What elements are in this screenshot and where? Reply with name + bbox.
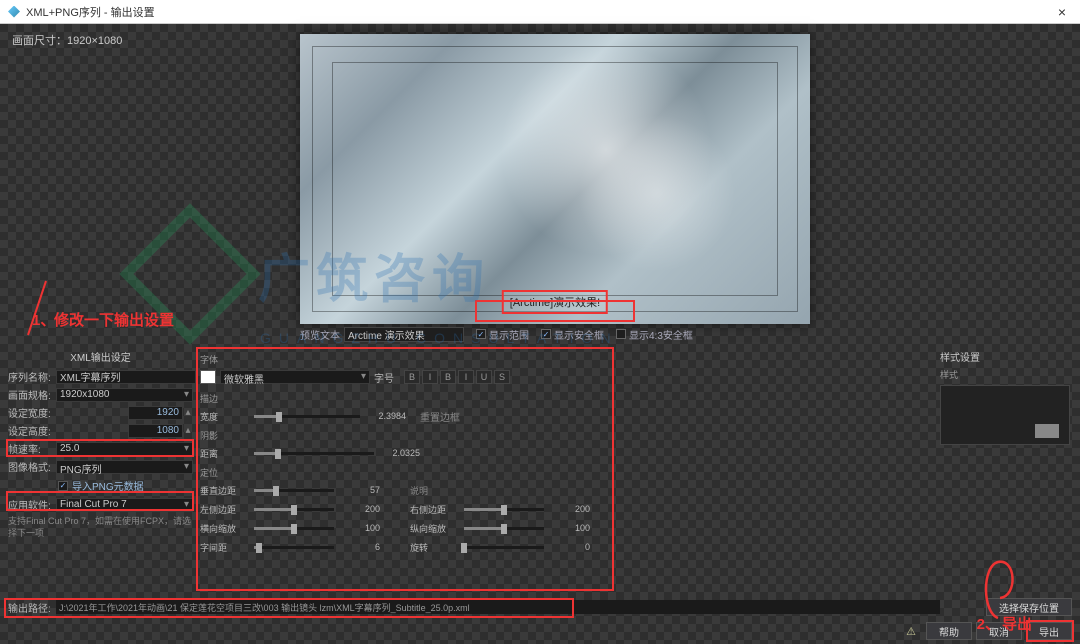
rotate-slider[interactable] — [464, 546, 544, 549]
stroke-width-slider[interactable] — [254, 415, 360, 418]
underline-button[interactable]: U — [476, 370, 492, 384]
choose-save-button[interactable]: 选择保存位置 — [986, 598, 1072, 616]
preview-text-input[interactable] — [344, 327, 464, 342]
chk-show-safe[interactable]: ✓显示安全框 — [541, 327, 604, 342]
height-input[interactable]: 1080 — [128, 424, 183, 438]
chk-show-43[interactable]: 显示4:3安全框 — [616, 327, 693, 342]
dialog-buttons: ⚠ 帮助 取消 导出 — [906, 622, 1072, 640]
spacing-slider[interactable] — [254, 546, 334, 549]
v-scale-slider[interactable] — [464, 527, 544, 530]
style-button[interactable]: B — [440, 370, 456, 384]
output-path-input[interactable] — [56, 600, 940, 614]
dimension-label: 画面尺寸：1920×1080 — [12, 32, 122, 48]
width-input[interactable]: 1920 — [128, 406, 183, 420]
xml-output-panel: XML输出设定 序列名称: 画面规格:1920x1080 设定宽度:1920▴ … — [8, 349, 193, 539]
resolution-dropdown[interactable]: 1920x1080 — [56, 388, 193, 402]
panel-title: XML输出设定 — [8, 349, 193, 364]
h-scale-slider[interactable] — [254, 527, 334, 530]
subtitle-sample: [Arctime]演示效果! — [502, 290, 608, 314]
cancel-button[interactable]: 取消 — [976, 622, 1022, 640]
app-dropdown[interactable]: Final Cut Pro 7 — [56, 498, 193, 512]
workspace: 画面尺寸：1920×1080 [Arctime]演示效果! 预览文本 ✓显示范围… — [0, 24, 1080, 644]
export-button[interactable]: 导出 — [1026, 622, 1072, 640]
titlebar: XML+PNG序列 - 输出设置 × — [0, 0, 1080, 24]
stepper-icon[interactable]: ▴ — [183, 407, 193, 418]
style-thumbnail[interactable] — [940, 385, 1070, 445]
help-button[interactable]: 帮助 — [926, 622, 972, 640]
font-dropdown[interactable]: 微软雅黑 — [220, 370, 370, 384]
shadow-dist-slider[interactable] — [254, 452, 374, 455]
stepper-icon[interactable]: ▴ — [183, 425, 193, 436]
annotation-text: 修改一下输出设置 — [54, 309, 174, 330]
app-logo-icon — [8, 6, 20, 18]
watermark-logo-icon — [140, 224, 240, 324]
close-icon[interactable]: × — [1052, 4, 1072, 20]
annotation-number: 1、 — [32, 309, 55, 330]
font-style-toolbar: B I B I U S — [404, 370, 510, 384]
preview-toolbar: 预览文本 ✓显示范围 ✓显示安全框 显示4:3安全框 — [300, 324, 810, 344]
panel-title: 样式设置 — [940, 349, 1070, 364]
italic-button[interactable]: I — [422, 370, 438, 384]
output-path-bar: 输出路径: — [8, 598, 940, 616]
stroke-reset[interactable]: 重置边框 — [420, 409, 460, 424]
seq-name-input[interactable] — [56, 370, 196, 384]
fps-dropdown[interactable]: 25.0 — [56, 442, 193, 456]
chk-embed-png[interactable]: ✓导入PNG元数据 — [58, 478, 193, 493]
l-margin-slider[interactable] — [254, 508, 334, 511]
annotation-stroke — [22, 279, 52, 339]
r-margin-slider[interactable] — [464, 508, 544, 511]
v-margin-slider[interactable] — [254, 489, 334, 492]
app-hint: 支持Final Cut Pro 7，如需在使用FCPX，请选择下一项 — [8, 516, 193, 539]
window-title: XML+PNG序列 - 输出设置 — [26, 4, 155, 20]
warning-icon: ⚠ — [906, 625, 916, 638]
style-preset-panel: 样式设置 样式 — [940, 349, 1070, 445]
bold-button[interactable]: B — [404, 370, 420, 384]
format-dropdown[interactable]: PNG序列 — [56, 460, 193, 474]
font-color-swatch[interactable] — [200, 370, 216, 384]
style-panel: 字体 微软雅黑 字号 B I B I U S 描边 宽度 2.3984 — [200, 349, 610, 557]
chk-show-range[interactable]: ✓显示范围 — [476, 327, 529, 342]
strike-button[interactable]: S — [494, 370, 510, 384]
style-button[interactable]: I — [458, 370, 474, 384]
preview-text-label: 预览文本 — [300, 327, 340, 342]
safe-frame-inner — [332, 62, 778, 296]
preview-viewport: [Arctime]演示效果! — [300, 34, 810, 324]
